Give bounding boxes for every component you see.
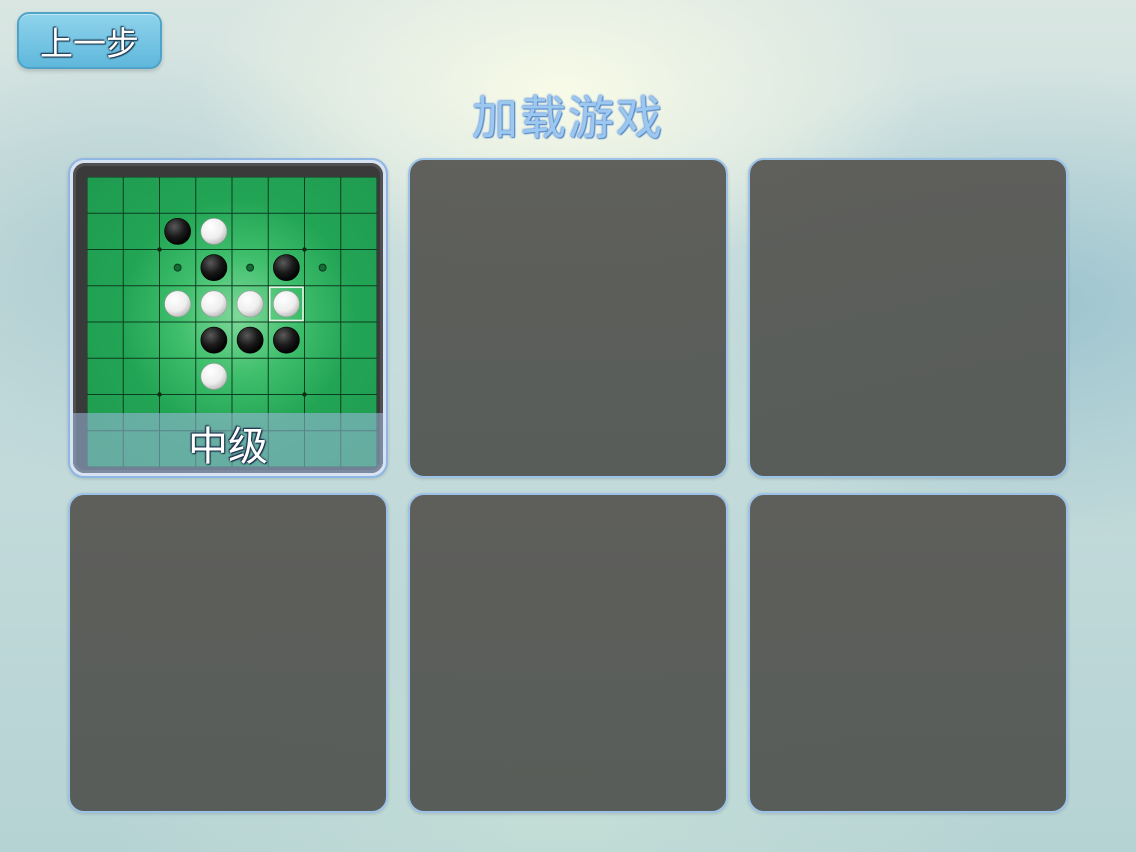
white-piece [273, 290, 300, 318]
save-slot-4[interactable] [68, 493, 388, 813]
white-piece [236, 290, 264, 318]
black-piece [200, 254, 228, 281]
save-slot-5[interactable] [408, 493, 728, 813]
level-label: 中级 [188, 424, 268, 470]
level-band: 中级 [73, 413, 383, 473]
white-piece [200, 363, 228, 390]
white-piece [200, 218, 228, 245]
hint-dot [173, 263, 182, 272]
black-piece [200, 326, 228, 354]
back-button[interactable]: 上一步 [17, 12, 162, 69]
star-point [302, 392, 307, 397]
hint-dot [246, 263, 255, 272]
black-piece [273, 254, 300, 281]
black-piece [236, 326, 264, 354]
save-slot-6[interactable] [748, 493, 1068, 813]
white-piece [164, 290, 191, 318]
black-piece [164, 218, 191, 245]
hint-dot [318, 263, 327, 272]
star-point [157, 247, 162, 252]
white-piece [200, 290, 228, 318]
black-piece [273, 326, 300, 354]
page-title: 加载游戏 [472, 91, 664, 145]
star-point [302, 247, 307, 252]
save-slot-3[interactable] [748, 158, 1068, 478]
save-slot-1[interactable]: 中级 [68, 158, 388, 478]
save-slot-2[interactable] [408, 158, 728, 478]
star-point [157, 392, 162, 397]
